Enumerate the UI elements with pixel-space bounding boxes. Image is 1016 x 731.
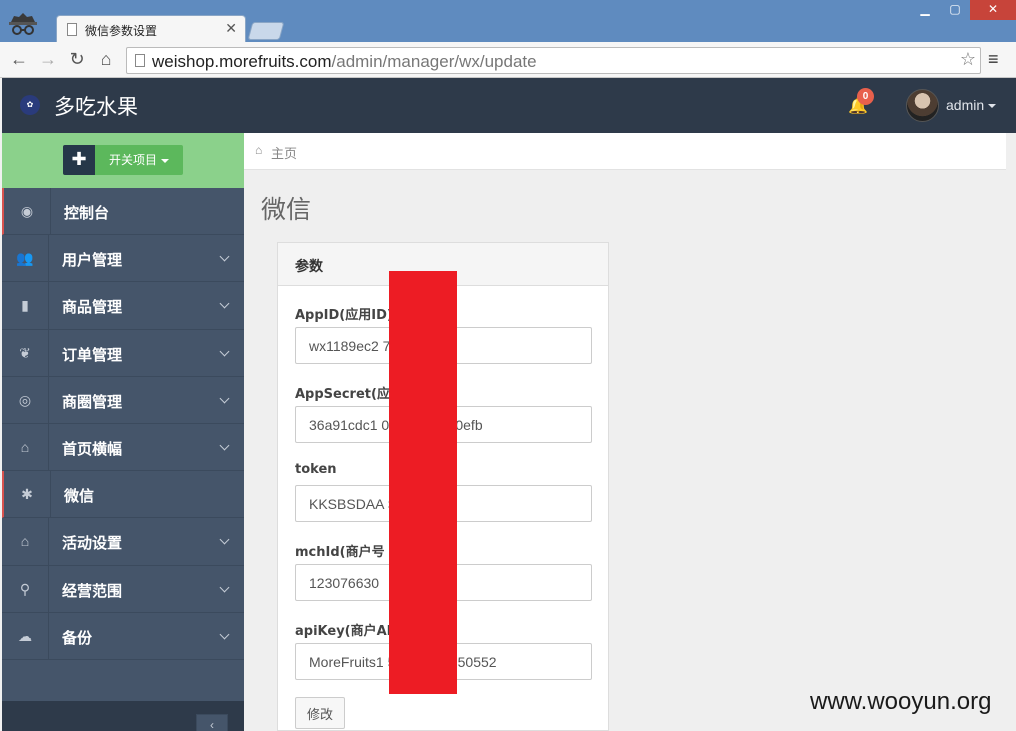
breadcrumb: ⌂ 主页 (244, 133, 1006, 170)
chevron-down-icon (219, 251, 230, 262)
sidebar-item-label: 经营范围 (62, 581, 123, 600)
avatar[interactable] (906, 89, 939, 122)
map-marker-icon: ⚲ (2, 565, 49, 612)
sidebar-item[interactable]: ☁ 备份 (2, 612, 244, 660)
app-header: ✿ 多吃水果 🔔 0 admin (2, 78, 1016, 133)
sidebar-item-label: 商品管理 (62, 298, 123, 317)
page-title: 微信 (261, 195, 312, 224)
forward-icon[interactable]: → (37, 49, 59, 70)
asterisk-icon: ✱ (4, 471, 51, 518)
home-icon: ⌂ (2, 518, 49, 565)
tab-close-icon[interactable]: ✕ (225, 20, 237, 37)
sidebar-item[interactable]: ⚲ 经营范围 (2, 565, 244, 613)
chevron-down-icon (219, 346, 230, 357)
chevron-down-icon (219, 534, 230, 545)
back-icon[interactable]: ← (8, 49, 30, 70)
minimize-icon[interactable]: ▁ (910, 0, 940, 20)
sidebar-item-label: 控制台 (64, 204, 110, 222)
home-icon: ⌂ (2, 423, 49, 471)
toggle-items-button[interactable]: 开关项目 (95, 145, 183, 175)
save-button[interactable]: 修改 (295, 697, 345, 729)
home-icon: ⌂ (255, 143, 263, 157)
reload-icon[interactable]: ↻ (66, 49, 88, 70)
sidebar-item[interactable]: ✱ 微信 (2, 471, 244, 519)
browser-menu-icon[interactable]: ≡ (988, 49, 999, 70)
user-menu[interactable]: admin (946, 97, 997, 113)
incognito-icon (9, 13, 37, 35)
browser-titlebar: 微信参数设置 ✕ ▁ ▢ ✕ (0, 0, 1016, 42)
sidebar-item[interactable]: ◉ 控制台 (2, 188, 244, 236)
page-icon (67, 23, 77, 36)
add-button[interactable]: ✚ (63, 145, 95, 175)
sidebar-toolbar: ✚ 开关项目 (2, 133, 244, 188)
window-controls: ▁ ▢ ✕ (910, 0, 1016, 20)
sidebar-item[interactable]: ⌂ 活动设置 (2, 518, 244, 566)
address-bar[interactable]: weishop.morefruits.com/admin/manager/wx/… (126, 47, 981, 74)
breadcrumb-home-link[interactable]: 主页 (271, 143, 297, 162)
caret-down-icon (988, 104, 997, 109)
browser-toolbar: ← → ↻ ⌂ weishop.morefruits.com/admin/man… (0, 42, 1016, 78)
notification-badge: 0 (857, 88, 874, 105)
leaf-icon: ❦ (2, 329, 49, 376)
sidebar-item-label: 微信 (64, 487, 95, 506)
home-icon[interactable]: ⌂ (95, 49, 117, 70)
watermark: www.wooyun.org (810, 688, 992, 715)
maximize-icon[interactable]: ▢ (940, 0, 970, 20)
chevron-down-icon (219, 298, 230, 309)
users-icon: 👥 (2, 235, 49, 282)
target-icon: ◎ (2, 376, 49, 423)
sidebar-item-label: 订单管理 (62, 345, 123, 364)
new-tab-button[interactable] (247, 22, 285, 40)
chevron-down-icon (219, 440, 230, 451)
tab-title: 微信参数设置 (85, 24, 158, 38)
sidebar: ✚ 开关项目 ◉ 控制台 👥 用户管理 ▮ 商品管理 ❦ 订单管理 ◎ 商圈管理 ⌂ 首页横幅 ✱ 微信 ⌂… (2, 133, 244, 731)
briefcase-icon: ▮ (2, 282, 49, 329)
sidebar-item-label: 用户管理 (62, 251, 123, 270)
sidebar-item-label: 商圈管理 (62, 392, 123, 411)
sidebar-item[interactable]: ▮ 商品管理 (2, 282, 244, 330)
token-label: token (295, 462, 337, 477)
dashboard-icon: ◉ (4, 188, 51, 235)
sidebar-item[interactable]: ◎ 商圈管理 (2, 376, 244, 424)
sidebar-item-label: 活动设置 (62, 534, 123, 553)
panel-title: 参数 (295, 259, 323, 275)
chevron-down-icon (219, 582, 230, 592)
sidebar-item[interactable]: ⌂ 首页横幅 (2, 423, 244, 472)
appsecret-label: AppSecret(应 (295, 387, 390, 402)
collapse-sidebar-button[interactable]: ‹ (196, 714, 228, 731)
close-window-icon[interactable]: ✕ (970, 0, 1016, 20)
sidebar-item[interactable]: 👥 用户管理 (2, 235, 244, 283)
mchid-label: mchId(商户号 (295, 545, 385, 560)
chevron-down-icon (219, 629, 230, 640)
url-text: weishop.morefruits.com/admin/manager/wx/… (152, 52, 537, 71)
cloud-download-icon: ☁ (2, 612, 49, 659)
bookmark-star-icon[interactable]: ☆ (960, 49, 976, 70)
appid-label: AppID(应用ID) (295, 308, 393, 323)
sidebar-item-label: 首页横幅 (62, 439, 123, 458)
logo-icon: ✿ (20, 95, 40, 115)
sidebar-item-label: 备份 (62, 628, 93, 647)
caret-down-icon (161, 158, 169, 163)
main-content: ⌂ 主页 微信 参数 AppID(应用ID) AppSecret(应 token… (244, 133, 1016, 731)
apikey-label: apiKey(商户AI (295, 624, 392, 639)
sidebar-item[interactable]: ❦ 订单管理 (2, 329, 244, 377)
chevron-down-icon (219, 393, 230, 404)
page-icon (135, 54, 145, 67)
browser-tab[interactable]: 微信参数设置 ✕ (56, 15, 246, 42)
redaction-bar (389, 271, 457, 694)
brand-title[interactable]: 多吃水果 (54, 91, 138, 121)
sidebar-menu: ◉ 控制台 👥 用户管理 ▮ 商品管理 ❦ 订单管理 ◎ 商圈管理 ⌂ 首页横幅 ✱ 微信 ⌂ 活动设置 ⚲ 经营… (2, 188, 244, 660)
